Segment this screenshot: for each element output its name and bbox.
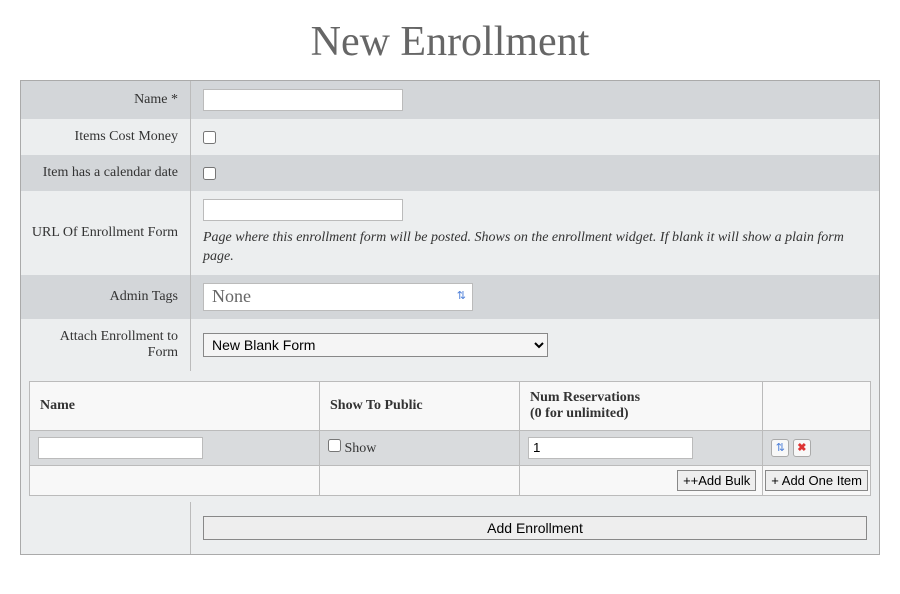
- admin-tags-select[interactable]: None ⇅: [203, 283, 473, 311]
- enrollment-form: Name * Items Cost Money Item has a calen…: [20, 80, 880, 555]
- show-checkbox[interactable]: [328, 439, 341, 452]
- label-admin-tags: Admin Tags: [21, 275, 191, 319]
- page-title: New Enrollment: [0, 0, 900, 80]
- admin-tags-value: None: [212, 286, 251, 307]
- label-attach-form: Attach Enrollment to Form: [21, 319, 191, 371]
- col-name: Name: [30, 381, 320, 430]
- row-submit: Add Enrollment: [21, 502, 879, 554]
- bulk-actions-row: ++Add Bulk + Add One Item: [30, 465, 871, 495]
- row-name: Name *: [21, 81, 879, 119]
- items-table: Name Show To Public Num Reservations (0 …: [29, 381, 871, 496]
- col-show: Show To Public: [320, 381, 520, 430]
- calendar-date-checkbox[interactable]: [203, 167, 216, 180]
- delete-icon[interactable]: ✖: [793, 439, 811, 457]
- add-enrollment-button[interactable]: Add Enrollment: [203, 516, 867, 540]
- row-calendar-date: Item has a calendar date: [21, 155, 879, 191]
- item-name-input[interactable]: [38, 437, 203, 459]
- label-calendar-date: Item has a calendar date: [21, 155, 191, 191]
- col-actions: [763, 381, 871, 430]
- row-url: URL Of Enrollment Form Page where this e…: [21, 191, 879, 275]
- add-one-item-button[interactable]: + Add One Item: [765, 470, 868, 491]
- attach-form-select[interactable]: New Blank Form: [203, 333, 548, 357]
- cost-money-checkbox[interactable]: [203, 131, 216, 144]
- url-input[interactable]: [203, 199, 403, 221]
- sort-icon[interactable]: ⇅: [771, 439, 789, 457]
- row-attach-form: Attach Enrollment to Form New Blank Form: [21, 319, 879, 371]
- label-name: Name *: [21, 81, 191, 119]
- label-url: URL Of Enrollment Form: [21, 191, 191, 275]
- updown-icon: ⇅: [457, 291, 466, 302]
- row-admin-tags: Admin Tags None ⇅: [21, 275, 879, 319]
- add-bulk-button[interactable]: ++Add Bulk: [677, 470, 756, 491]
- url-help-text: Page where this enrollment form will be …: [203, 229, 867, 267]
- col-reservations: Num Reservations (0 for unlimited): [520, 381, 763, 430]
- items-section: Name Show To Public Num Reservations (0 …: [21, 371, 879, 502]
- show-label-text: Show: [345, 441, 377, 456]
- reservations-input[interactable]: [528, 437, 693, 459]
- label-submit: [21, 502, 191, 554]
- label-cost-money: Items Cost Money: [21, 119, 191, 155]
- show-label-wrapper[interactable]: Show: [328, 441, 376, 456]
- table-row: Show ⇅ ✖: [30, 430, 871, 465]
- name-input[interactable]: [203, 89, 403, 111]
- row-cost-money: Items Cost Money: [21, 119, 879, 155]
